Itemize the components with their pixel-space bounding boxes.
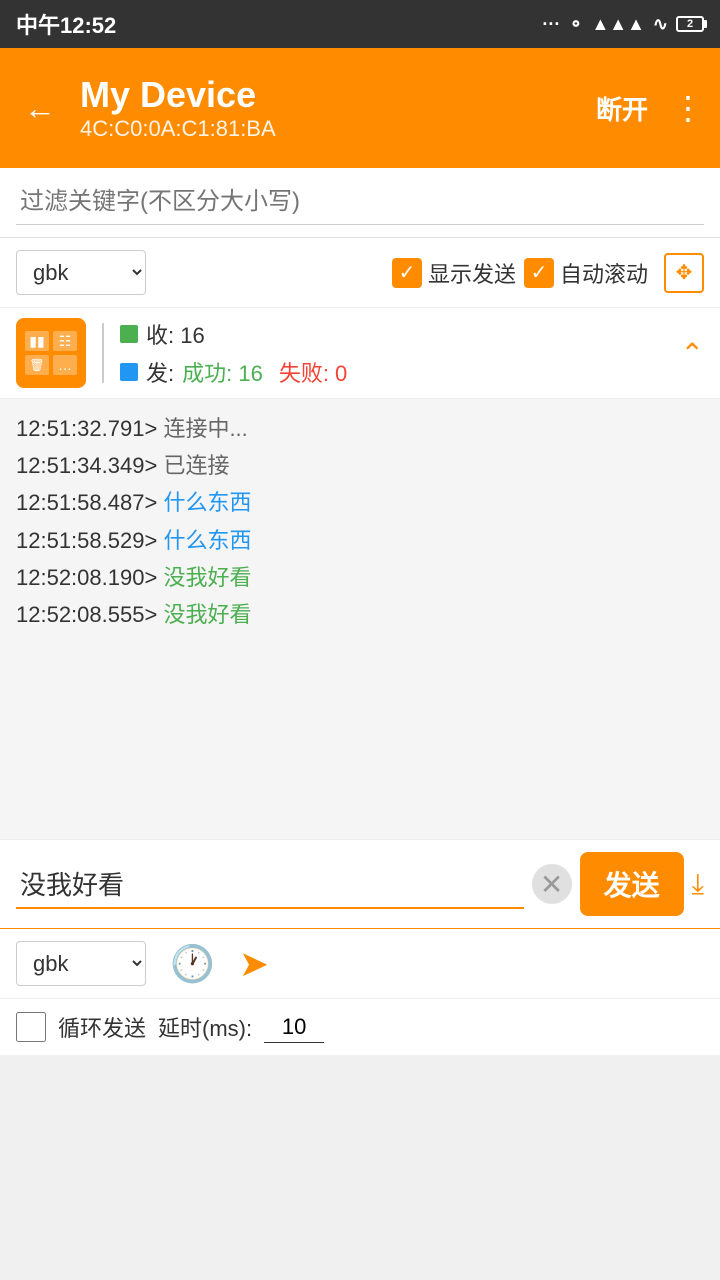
log-entry-2: 12:51:34.349> 已连接 <box>16 448 704 483</box>
disconnect-button[interactable]: 断开 <box>588 86 656 131</box>
log-timestamp-2: 12:51:34.349> <box>16 453 157 478</box>
fullscreen-button[interactable]: ✥ <box>664 253 704 293</box>
loop-send-label: 循环发送 <box>58 1011 146 1043</box>
fullscreen-icon: ✥ <box>676 260 693 285</box>
input-row: ✕ 发送 ⤓ <box>0 840 720 929</box>
log-text-4: 什么东西 <box>163 528 251 553</box>
stats-row: ▮▮ ☷ 🗑 … 收: 16 发: 成功: 16 失败: 0 <box>0 308 720 399</box>
divider <box>102 323 104 383</box>
auto-scroll-checkbox-item: ✓ 自动滚动 <box>524 257 648 289</box>
log-text-6: 没我好看 <box>163 602 251 627</box>
checkbox-group: ✓ 显示发送 ✓ 自动滚动 ✥ <box>392 253 704 293</box>
more-options-button[interactable]: ⋮ <box>672 89 704 127</box>
status-bar: 中午12:52 ··· ⚬ ▲▲▲ ∿ 2 <box>0 0 720 48</box>
delay-label: 延时(ms): <box>158 1011 252 1043</box>
clear-button[interactable]: ✕ <box>532 864 572 904</box>
filter-input[interactable] <box>16 180 704 225</box>
wifi-icon: ∿ <box>653 14 668 35</box>
log-entry-1: 12:51:32.791> 连接中... <box>16 411 704 446</box>
log-timestamp-5: 12:52:08.190> <box>16 565 157 590</box>
send-success-label: 成功: 16 <box>182 356 263 388</box>
filter-section <box>0 168 720 238</box>
battery-icon: 2 <box>676 16 704 32</box>
bottom-area: ✕ 发送 ⤓ gbk utf-8 ascii 🕐 ➤ 循环发送 延时(ms): <box>0 839 720 1055</box>
send-fail-label: 失败: 0 <box>279 356 347 388</box>
bluetooth-icon: ⚬ <box>568 14 583 35</box>
app-bar: ← My Device 4C:C0:0A:C1:81:BA 断开 ⋮ <box>0 48 720 168</box>
expand-history-button[interactable]: ⤓ <box>692 868 704 901</box>
table-icon: ☷ <box>53 331 77 351</box>
send-stats: 发: 成功: 16 失败: 0 <box>120 356 681 388</box>
show-send-label: 显示发送 <box>428 257 516 289</box>
device-mac: 4C:C0:0A:C1:81:BA <box>80 116 572 142</box>
delete-icon: 🗑 <box>25 355 49 375</box>
log-timestamp-1: 12:51:32.791> <box>16 416 157 441</box>
top-encoding-select[interactable]: gbk utf-8 ascii <box>16 250 146 295</box>
log-area: 12:51:32.791> 连接中... 12:51:34.349> 已连接 1… <box>0 399 720 839</box>
log-entry-5: 12:52:08.190> 没我好看 <box>16 560 704 595</box>
pause-icon: ▮▮ <box>25 331 49 351</box>
delay-input[interactable] <box>264 1012 324 1043</box>
device-title: My Device 4C:C0:0A:C1:81:BA <box>80 74 572 142</box>
loop-send-checkbox[interactable] <box>16 1012 46 1042</box>
show-send-checkbox-item: ✓ 显示发送 <box>392 257 516 289</box>
stats-action-button[interactable]: ▮▮ ☷ 🗑 … <box>16 318 86 388</box>
log-text-1: 连接中... <box>163 416 247 441</box>
status-time: 中午12:52 <box>16 8 116 40</box>
message-input[interactable] <box>16 860 524 909</box>
send-label-prefix: 发: <box>146 356 174 388</box>
send-icon-button[interactable]: ➤ <box>239 943 269 985</box>
collapse-button[interactable]: ⌃ <box>681 337 704 370</box>
log-entry-4: 12:51:58.529> 什么东西 <box>16 523 704 558</box>
auto-scroll-checkbox[interactable]: ✓ <box>524 258 554 288</box>
send-button[interactable]: 发送 <box>580 852 684 916</box>
recv-stats: 收: 16 <box>120 318 681 350</box>
log-entry-3: 12:51:58.487> 什么东西 <box>16 485 704 520</box>
send-indicator <box>120 363 138 381</box>
history-button[interactable]: 🕐 <box>170 943 215 985</box>
device-name: My Device <box>80 74 572 116</box>
controls-row: gbk utf-8 ascii ✓ 显示发送 ✓ 自动滚动 ✥ <box>0 238 720 308</box>
stats-info: 收: 16 发: 成功: 16 失败: 0 <box>120 318 681 388</box>
log-text-2: 已连接 <box>163 453 229 478</box>
log-timestamp-6: 12:52:08.555> <box>16 602 157 627</box>
stats-btn-bottom-row: 🗑 … <box>25 355 77 375</box>
recv-indicator <box>120 325 138 343</box>
recv-label: 收: 16 <box>146 318 205 350</box>
bottom-controls: gbk utf-8 ascii 🕐 ➤ <box>0 929 720 999</box>
stats-btn-top-row: ▮▮ ☷ <box>25 331 77 351</box>
log-timestamp-3: 12:51:58.487> <box>16 490 157 515</box>
signal-dots-icon: ··· <box>542 14 560 35</box>
loop-send-row: 循环发送 延时(ms): <box>0 999 720 1055</box>
log-timestamp-4: 12:51:58.529> <box>16 528 157 553</box>
signal-icon: ▲▲▲ <box>591 14 644 35</box>
back-button[interactable]: ← <box>16 82 64 135</box>
show-send-checkbox[interactable]: ✓ <box>392 258 422 288</box>
status-icons: ··· ⚬ ▲▲▲ ∿ 2 <box>542 14 704 35</box>
log-text-5: 没我好看 <box>163 565 251 590</box>
bottom-encoding-select[interactable]: gbk utf-8 ascii <box>16 941 146 986</box>
log-entry-6: 12:52:08.555> 没我好看 <box>16 597 704 632</box>
log-text-3: 什么东西 <box>163 490 251 515</box>
app-bar-actions: 断开 ⋮ <box>588 86 704 131</box>
dots-icon: … <box>53 355 77 375</box>
auto-scroll-label: 自动滚动 <box>560 257 648 289</box>
